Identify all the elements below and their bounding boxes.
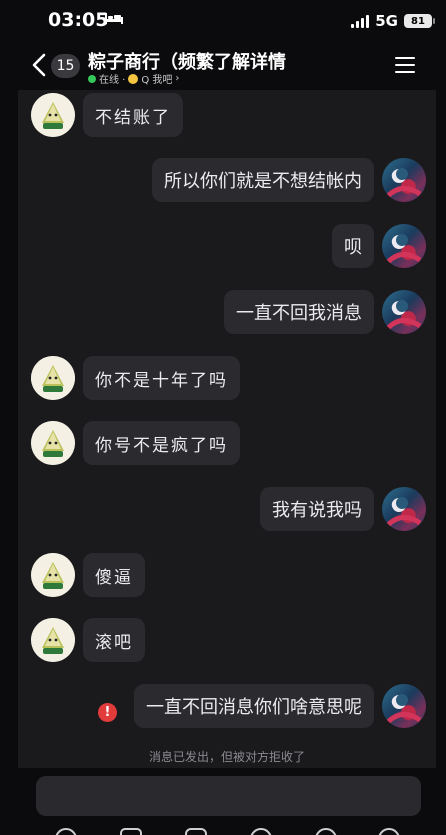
chat-header: 15 粽子商行（频繁了解详情 在线 · Q 我吧 › xyxy=(0,40,446,90)
avatar[interactable] xyxy=(382,684,426,728)
avatar[interactable] xyxy=(31,553,75,597)
battery-icon: 81 xyxy=(404,14,435,28)
camera-icon[interactable] xyxy=(185,828,207,835)
message-bubble[interactable]: 傻逼 xyxy=(83,553,145,597)
unread-badge[interactable]: 15 xyxy=(51,54,80,78)
more-icon[interactable] xyxy=(378,828,400,835)
sleep-mode-icon xyxy=(105,13,123,24)
battery-level: 81 xyxy=(411,15,425,27)
online-dot-icon xyxy=(88,74,96,83)
network-type: 5G xyxy=(375,12,398,30)
message-bubble[interactable]: 不结账了 xyxy=(83,93,183,137)
menu-icon[interactable] xyxy=(395,57,415,73)
avatar[interactable] xyxy=(382,290,426,334)
message-bubble[interactable]: 滚吧 xyxy=(83,618,145,662)
back-chevron-icon[interactable] xyxy=(30,52,48,78)
chat-subtitle[interactable]: 在线 · Q 我吧 › xyxy=(88,71,179,86)
avatar[interactable] xyxy=(31,356,75,400)
red-packet-icon[interactable] xyxy=(250,828,272,835)
online-status: 在线 · xyxy=(99,75,126,86)
system-notice: 消息已发出，但被对方拒收了 xyxy=(148,750,305,764)
message-bubble[interactable]: 所以你们就是不想结帐内 xyxy=(152,158,374,202)
message-bubble[interactable]: 一直不回我消息 xyxy=(224,290,374,334)
avatar[interactable] xyxy=(382,224,426,268)
avatar[interactable] xyxy=(31,421,75,465)
qzone-link[interactable]: Q 我吧 xyxy=(141,71,172,86)
signal-icon xyxy=(351,14,370,28)
chevron-right-icon: › xyxy=(175,73,180,84)
avatar[interactable] xyxy=(31,618,75,662)
status-bar: 03:05 5G 81 xyxy=(0,0,446,40)
message-bubble[interactable]: 你不是十年了吗 xyxy=(83,356,240,400)
emoji-icon[interactable] xyxy=(315,828,337,835)
message-list[interactable]: 不结账了 所以你们就是不想结帐内 呗 一直不回我消息 你不是十年了吗 你号不是疯… xyxy=(18,90,436,768)
voice-icon[interactable] xyxy=(55,828,77,835)
message-bubble[interactable]: 一直不回消息你们啥意思呢 xyxy=(134,684,374,728)
image-icon[interactable] xyxy=(120,828,142,835)
message-bubble[interactable]: 我有说我吗 xyxy=(260,487,374,531)
qq-emoji-icon xyxy=(128,73,139,84)
avatar[interactable] xyxy=(382,158,426,202)
message-bubble[interactable]: 呗 xyxy=(332,224,374,268)
error-icon[interactable]: ! xyxy=(98,703,117,722)
status-time: 03:05 xyxy=(48,9,109,31)
message-input[interactable] xyxy=(36,776,421,816)
message-bubble[interactable]: 你号不是疯了吗 xyxy=(83,421,240,465)
avatar[interactable] xyxy=(31,93,75,137)
avatar[interactable] xyxy=(382,487,426,531)
input-toolbar xyxy=(0,822,446,835)
